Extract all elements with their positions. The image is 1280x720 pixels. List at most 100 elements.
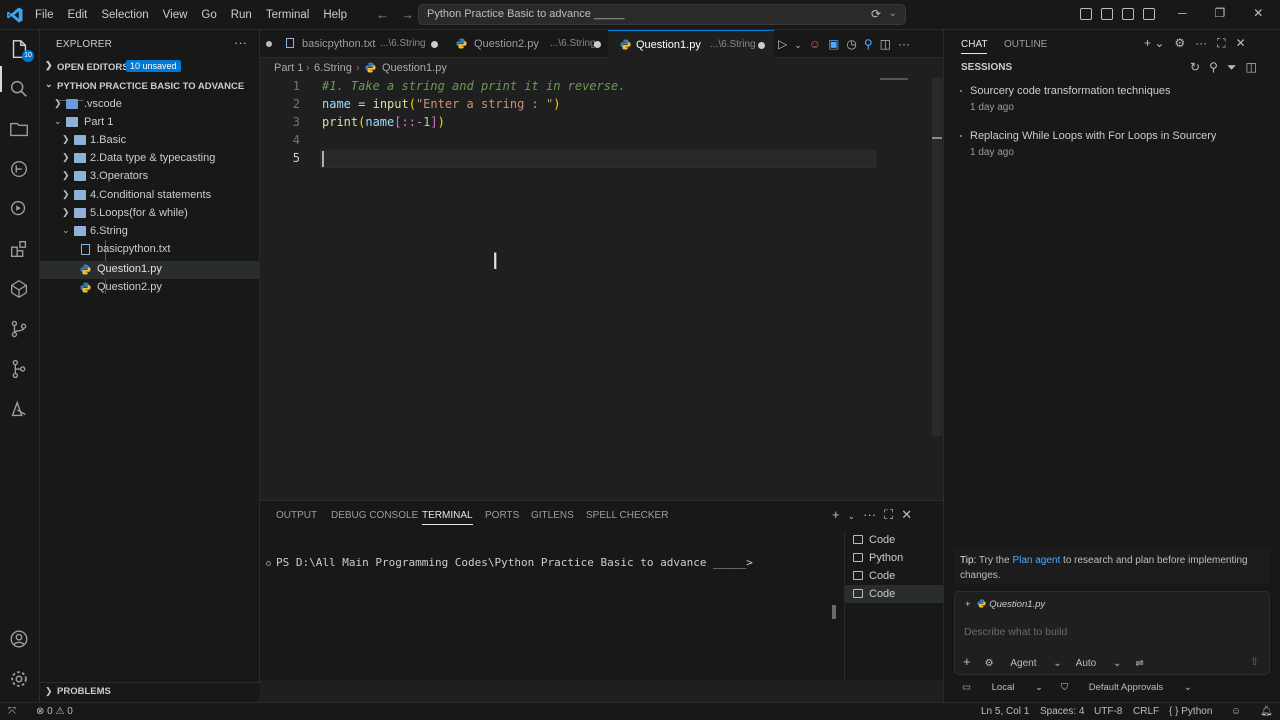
minimap[interactable]: [880, 78, 908, 80]
tab-basicpython[interactable]: basicpython.txt ...\6.String: [260, 30, 440, 58]
menu-selection[interactable]: Selection: [94, 0, 155, 30]
gear-icon[interactable]: ⚙: [1174, 36, 1185, 50]
more-actions-icon[interactable]: ···: [234, 35, 247, 50]
session-item[interactable]: Sourcery code transformation techniques …: [970, 85, 1171, 113]
more-actions-icon[interactable]: ···: [1195, 36, 1207, 50]
copilot-icon[interactable]: ⟳: [871, 7, 881, 21]
terminal-item[interactable]: Code: [845, 585, 944, 603]
back-arrow-icon[interactable]: ←: [376, 7, 389, 22]
breadcrumb-file[interactable]: Question1.py: [382, 62, 447, 74]
run-dropdown-icon[interactable]: ⌄: [794, 40, 802, 50]
tab-question1[interactable]: Question1.py ...\6.String: [608, 30, 774, 58]
run-debug-icon[interactable]: [8, 198, 32, 222]
terminal-item[interactable]: Code: [845, 567, 944, 585]
menu-file[interactable]: File: [28, 0, 61, 30]
extensions-icon[interactable]: [8, 238, 32, 262]
tab-debug-console[interactable]: DEBUG CONSOLE: [331, 510, 418, 521]
menu-edit[interactable]: Edit: [61, 0, 95, 30]
unsaved-dot-icon[interactable]: [758, 42, 765, 49]
language-mode[interactable]: { } Python: [1169, 706, 1212, 717]
preview-icon[interactable]: ▣: [828, 37, 839, 51]
restore-icon[interactable]: ❐: [1215, 6, 1226, 20]
tree-item-vscode[interactable]: ❯ .vscode: [40, 96, 259, 114]
menu-terminal[interactable]: Terminal: [259, 0, 316, 30]
tab-spell-checker[interactable]: SPELL CHECKER: [586, 510, 668, 521]
tab-question2[interactable]: Question2.py ...\6.String: [442, 30, 608, 58]
unsaved-dot-icon[interactable]: [431, 41, 438, 48]
encoding[interactable]: UTF-8: [1094, 706, 1122, 717]
tree-item-loops[interactable]: ❯ 5.Loops(for & while): [40, 205, 259, 223]
indentation[interactable]: Spaces: 4: [1040, 706, 1084, 717]
tab-terminal[interactable]: TERMINAL: [422, 510, 473, 525]
notifications-bell-icon[interactable]: 🔔︎: [1260, 706, 1273, 717]
chat-placeholder[interactable]: Describe what to build: [964, 626, 1067, 638]
send-icon[interactable]: ⇧: [1250, 655, 1259, 668]
line-ending[interactable]: CRLF: [1133, 706, 1159, 717]
filter-icon[interactable]: ⏷: [1227, 60, 1237, 74]
toggle-view-icon[interactable]: ◫: [1245, 60, 1256, 74]
workspace-header[interactable]: ⌄ PYTHON PRACTICE BASIC TO ADVANCE _____: [40, 79, 260, 103]
tree-item-conditional[interactable]: ❯ 4.Conditional statements: [40, 187, 259, 205]
close-window-icon[interactable]: ✕: [1253, 6, 1263, 20]
gear-icon[interactable]: [8, 668, 32, 692]
tree-item-question2[interactable]: Question2.py: [40, 279, 259, 297]
customize-layout-icon[interactable]: [1080, 8, 1092, 20]
session-location[interactable]: ▭ Local ⌄: [962, 682, 1043, 693]
tab-chat[interactable]: CHAT: [961, 39, 988, 54]
tree-item-operators[interactable]: ❯ 3.Operators: [40, 168, 259, 186]
account-icon[interactable]: [8, 628, 32, 652]
tab-gitlens[interactable]: GITLENS: [531, 510, 574, 521]
menu-go[interactable]: Go: [194, 0, 223, 30]
menu-view[interactable]: View: [156, 0, 195, 30]
context-chip[interactable]: + Question1.py: [965, 599, 1045, 610]
problems-status[interactable]: ⊗ 0 ⚠ 0: [36, 706, 73, 717]
gitlens-icon[interactable]: [8, 358, 32, 382]
mode-picker[interactable]: ⚙ Agent ⌄: [985, 658, 1062, 669]
search-icon[interactable]: [8, 78, 32, 102]
chat-input-box[interactable]: + Question1.py Describe what to build + ⚙…: [954, 591, 1270, 675]
testing-icon[interactable]: [8, 398, 32, 422]
tab-ports[interactable]: PORTS: [485, 510, 519, 521]
copilot-status-icon[interactable]: ☺: [1231, 706, 1241, 717]
tab-output[interactable]: OUTPUT: [276, 510, 317, 521]
timeline-icon[interactable]: ◷: [846, 37, 856, 51]
run-icon[interactable]: ▷: [778, 37, 787, 51]
problems-section-header[interactable]: ❯ PROBLEMS: [40, 682, 260, 700]
maximize-icon[interactable]: ⛶: [1217, 36, 1225, 50]
git-graph-icon[interactable]: [8, 318, 32, 342]
tab-outline[interactable]: OUTLINE: [1004, 39, 1047, 50]
forward-arrow-icon[interactable]: →: [401, 7, 414, 22]
tree-item-string[interactable]: ⌄ 6.String: [40, 223, 259, 241]
tools-icon[interactable]: ⇌: [1135, 658, 1143, 669]
chevron-down-icon[interactable]: ⌄: [889, 8, 897, 19]
new-terminal-icon[interactable]: +: [832, 507, 840, 522]
breadcrumb-part1[interactable]: Part 1: [274, 62, 303, 74]
new-chat-icon[interactable]: + ⌄: [1144, 36, 1164, 50]
terminal-prompt[interactable]: PS D:\All Main Programming Codes\Python …: [276, 556, 753, 569]
compare-icon[interactable]: ⚲: [864, 37, 873, 51]
terminal-dropdown-icon[interactable]: ⌄: [848, 511, 856, 521]
tree-item-question1[interactable]: Question1.py: [40, 261, 259, 279]
editor-scrollbar[interactable]: [932, 78, 942, 436]
unsaved-dot-icon[interactable]: [594, 41, 601, 48]
toggle-primary-sidebar-icon[interactable]: [1101, 8, 1113, 20]
command-center-search[interactable]: Python Practice Basic to advance _____ ⟳…: [418, 4, 906, 25]
folder-icon[interactable]: [8, 118, 32, 142]
maximize-panel-icon[interactable]: ⛶: [884, 507, 893, 522]
close-panel-icon[interactable]: ✕: [901, 507, 912, 522]
terminal-item[interactable]: Python: [845, 549, 944, 567]
model-picker[interactable]: Auto ⌄: [1076, 658, 1122, 669]
remote-icon[interactable]: ⤧: [8, 706, 16, 717]
tree-item-basic[interactable]: ❯ 1.Basic: [40, 132, 259, 150]
attach-icon[interactable]: +: [963, 654, 971, 669]
tree-item-basicpython-txt[interactable]: basicpython.txt: [40, 241, 259, 259]
terminal-item[interactable]: Code: [845, 531, 944, 549]
tree-item-data-type[interactable]: ❯ 2.Data type & typecasting: [40, 150, 259, 168]
approvals-picker[interactable]: ⛉ Default Approvals ⌄: [1061, 682, 1192, 693]
cursor-position[interactable]: Ln 5, Col 1: [981, 706, 1029, 717]
minimize-icon[interactable]: ─: [1178, 6, 1187, 20]
tree-item-part-1[interactable]: ⌄ Part 1: [40, 114, 259, 132]
close-icon[interactable]: ✕: [1236, 36, 1246, 50]
breadcrumb-folder[interactable]: 6.String: [314, 62, 352, 74]
search-icon[interactable]: ⚲: [1209, 60, 1218, 74]
